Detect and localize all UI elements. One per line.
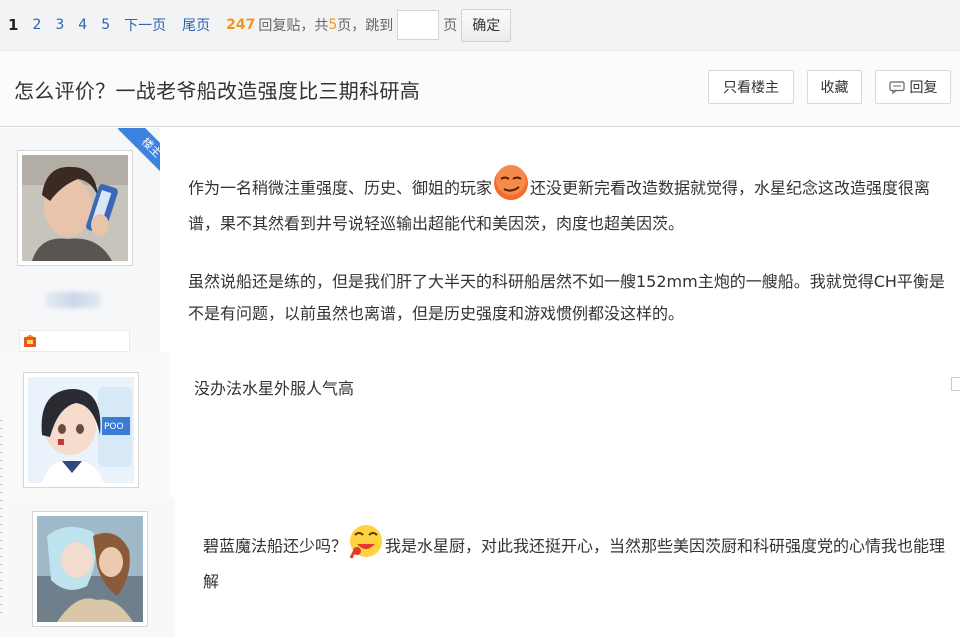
page-count: 5 xyxy=(328,17,338,33)
current-page: 1 xyxy=(8,16,19,34)
smirk-emoji-icon xyxy=(492,164,530,202)
reply-label: 回复 xyxy=(909,80,938,96)
page-link-5[interactable]: 5 xyxy=(101,17,110,33)
drool-emoji-icon xyxy=(347,522,385,560)
reply-button[interactable]: 回复 xyxy=(875,70,951,104)
page-count-unit: 页 xyxy=(337,18,352,34)
reply-text: 碧蓝魔法船还少吗？ 我是水星厨，对此我还挺开心，当然那些美因茨厨和科研强度党的心… xyxy=(203,525,953,598)
thread-header: 怎么评价？一战老爷船改造强度比三期科研高 只看楼主 收藏 回复 xyxy=(0,51,960,127)
level-badge-icon xyxy=(24,334,36,347)
favorite-label: 收藏 xyxy=(820,80,849,96)
jump-label: ，跳到 xyxy=(351,18,394,34)
jump-confirm-button[interactable]: 确定 xyxy=(461,8,512,42)
avatar-image: POO xyxy=(28,377,134,483)
favorite-button[interactable]: 收藏 xyxy=(807,70,862,104)
next-page-link[interactable]: 下一页 xyxy=(124,15,166,35)
post-text-a: 作为一名稍微注重强度、历史、御姐的玩家 xyxy=(188,178,493,198)
jump-page-input[interactable] xyxy=(397,10,440,40)
comment-icon xyxy=(888,80,905,94)
scroll-track xyxy=(0,420,3,620)
pagination-bar: 1 2 3 4 5 下一页 尾页 247 回复贴，共 5 页 ，跳到 页 确定 xyxy=(0,0,960,51)
post-paragraph-2: 虽然说船还是练的，但是我们肝了大半天的科研船居然不如一艘152mm主炮的一艘船。… xyxy=(188,272,945,323)
svg-text:POO: POO xyxy=(104,422,124,432)
page-link-2[interactable]: 2 xyxy=(32,17,41,33)
only-op-label: 只看楼主 xyxy=(723,80,779,96)
page-link-4[interactable]: 4 xyxy=(78,17,87,33)
reply-count: 247 xyxy=(226,17,256,33)
avatar[interactable]: POO xyxy=(23,372,139,488)
jump-unit: 页 xyxy=(443,18,458,34)
reply-text-a: 碧蓝魔法船还少吗？ xyxy=(203,536,348,556)
reply-text: 没办法水星外服人气高 xyxy=(194,379,355,398)
post-paragraph: 作为一名稍微注重强度、历史、御姐的玩家 还没更新完看改造数据就觉得，水星纪念这改… xyxy=(188,165,948,240)
username-blurred[interactable] xyxy=(45,292,101,308)
user-level xyxy=(19,330,130,352)
only-op-button[interactable]: 只看楼主 xyxy=(708,70,794,104)
avatar-image xyxy=(37,516,143,622)
thread-title: 怎么评价？一战老爷船改造强度比三期科研高 xyxy=(14,79,420,103)
last-page-link[interactable]: 尾页 xyxy=(182,15,210,35)
collapse-handle[interactable] xyxy=(951,377,960,391)
avatar[interactable] xyxy=(32,511,148,627)
page-link-3[interactable]: 3 xyxy=(55,17,64,33)
avatar-image xyxy=(22,155,128,261)
reply-count-label: 回复贴，共 xyxy=(258,18,329,34)
avatar[interactable] xyxy=(17,150,133,266)
